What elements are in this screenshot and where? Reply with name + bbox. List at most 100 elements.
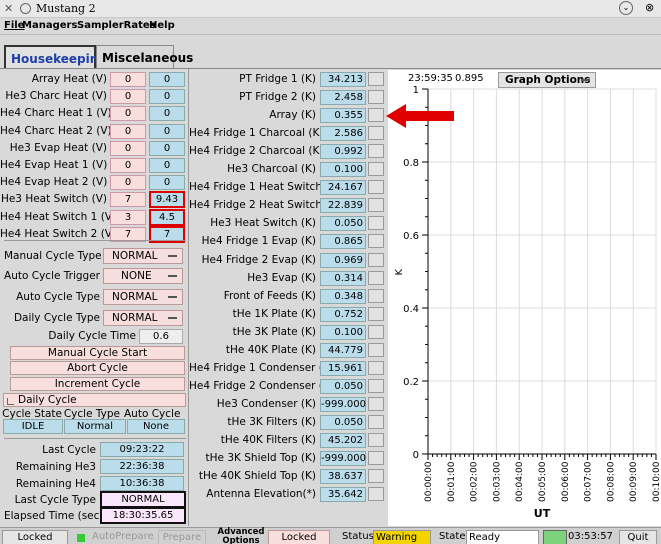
window-menu-icon[interactable] (20, 3, 31, 14)
state-value: Ready (466, 530, 539, 544)
heater-readback-value: 0 (149, 123, 185, 139)
plot-toggle-button[interactable] (368, 451, 384, 466)
heater-setpoint-input[interactable]: 3 (110, 209, 146, 225)
tab-housekeeping[interactable]: Housekeeping (4, 45, 107, 70)
heater-label: Array Heat (V) (31, 73, 107, 85)
plot-toggle-button[interactable] (368, 144, 384, 159)
heater-readback-value: 0 (149, 140, 185, 156)
plot-toggle-button[interactable] (368, 433, 384, 447)
plot-toggle-button[interactable] (368, 162, 384, 177)
menu-managers[interactable]: Managers (22, 20, 77, 31)
heater-setpoint-input[interactable]: 0 (110, 106, 146, 122)
daily-cycle-time-input[interactable]: 0.6 (139, 329, 183, 344)
graph-options-button[interactable]: Graph Options (498, 72, 596, 88)
minimize-icon[interactable]: ⌄ (619, 1, 633, 15)
graph-area[interactable]: 00:00:00 00:01:00 00:02:00 00:03:00 00:04:00… (388, 70, 661, 526)
heater-setpoint-input[interactable]: 7 (110, 192, 146, 208)
plot-toggle-button[interactable] (368, 108, 384, 123)
plot-toggle-button[interactable] (368, 180, 384, 195)
plot-toggle-button[interactable] (368, 216, 384, 231)
auto-cycle-type-select[interactable]: NORMAL (103, 289, 183, 305)
y-tick-label: 0 (413, 450, 419, 461)
manual-cycle-type-select[interactable]: NORMAL (103, 248, 183, 264)
heater-readback-value: 9.43 (149, 191, 185, 209)
plot-toggle-button[interactable] (368, 234, 384, 249)
heater-setpoint-input[interactable]: 0 (110, 123, 146, 139)
temperature-label: He3 Heat Switch (K) (210, 217, 316, 230)
plot-toggle-button[interactable] (368, 487, 384, 502)
heater-setpoint-input[interactable]: 0 (110, 89, 146, 105)
daily-cycle-label: Daily Cycle (18, 394, 77, 406)
window-titlebar: ✕ Mustang 2 ⌄ ⊗ (0, 0, 661, 18)
chevron-down-icon (168, 255, 177, 257)
menu-samplerrates[interactable]: SamplerRates (77, 20, 156, 31)
temperature-value: 0.100 (320, 162, 366, 178)
temperature-value: 35.642 (320, 487, 366, 503)
close-x-icon[interactable]: ✕ (4, 2, 13, 15)
last-cycle-type-value: NORMAL (100, 491, 186, 508)
abort-cycle-button[interactable]: Abort Cycle (10, 361, 185, 375)
plot-toggle-button[interactable] (368, 414, 384, 429)
plot-toggle-button[interactable] (368, 396, 384, 411)
locked-button[interactable]: Locked (2, 530, 68, 544)
checkbox-icon (7, 398, 14, 405)
plot-toggle-button[interactable] (368, 360, 384, 375)
window-title: Mustang 2 (36, 2, 96, 15)
plot-toggle-button[interactable] (368, 72, 384, 86)
heater-readback-value: 0 (149, 72, 185, 87)
heater-readback-value: 0 (149, 175, 185, 191)
plot-toggle-button[interactable] (368, 469, 384, 484)
plot-toggle-button[interactable] (368, 126, 384, 141)
temperature-value: 0.100 (320, 324, 366, 340)
plot-toggle-button[interactable] (368, 288, 384, 303)
chevron-down-icon (581, 79, 590, 81)
heater-setpoint-input[interactable]: 0 (110, 72, 146, 87)
plot-toggle-button[interactable] (368, 90, 384, 105)
manual-cycle-start-button[interactable]: Manual Cycle Start (10, 346, 185, 360)
plot-toggle-button[interactable] (368, 306, 384, 321)
heater-setpoint-input[interactable]: 0 (110, 140, 146, 156)
advanced-locked-button[interactable]: Locked (268, 530, 330, 544)
clock-time: 03:53:57 (568, 531, 613, 542)
tab-miscelaneous[interactable]: Miscelaneous (96, 45, 193, 69)
daily-cycle-checkbox[interactable]: Daily Cycle (3, 393, 186, 407)
increment-cycle-button[interactable]: Increment Cycle (10, 377, 185, 391)
status-bar: Locked AutoPrepare Prepare Advanced Optio… (0, 527, 661, 544)
temperature-value: 34.213 (320, 72, 366, 87)
temperature-label: PT Fridge 2 (K) (239, 91, 316, 104)
temperature-value: 44.779 (320, 342, 366, 358)
separator (4, 438, 186, 439)
temperature-value: 22.839 (320, 198, 366, 214)
manual-cycle-type-label: Manual Cycle Type (4, 250, 102, 262)
heater-label: He3 Heat Switch (V) (0, 193, 107, 206)
auto-cycle-trigger-select[interactable]: NONE (103, 268, 183, 284)
plot-toggle-button[interactable] (368, 378, 384, 393)
menu-help[interactable]: Help (149, 20, 175, 31)
plot-toggle-button[interactable] (368, 198, 384, 213)
temperature-value: 0.050 (320, 378, 366, 394)
x-tick-label: 00:06:00 (561, 461, 571, 502)
heater-setpoint-input[interactable]: 0 (110, 158, 146, 173)
x-tick-label: 00:08:00 (606, 461, 616, 502)
temperature-label: Array (K) (269, 109, 316, 122)
plot-toggle-button[interactable] (368, 324, 384, 339)
plot-toggle-button[interactable] (368, 252, 384, 267)
quit-button[interactable]: Quit (619, 530, 657, 544)
autoprepare-label[interactable]: AutoPrepare (92, 530, 154, 544)
window-close-icon[interactable]: ⊗ (645, 1, 654, 14)
last-cycle-type-label: Last Cycle Type (14, 494, 96, 506)
heater-setpoint-input[interactable]: 0 (110, 175, 146, 191)
y-tick-label: 1 (413, 85, 419, 96)
cycle-state-value: IDLE (3, 419, 63, 434)
chevron-down-icon (168, 317, 177, 319)
plot-toggle-button[interactable] (368, 342, 384, 357)
prepare-button[interactable]: Prepare (158, 530, 206, 544)
temperature-label: He4 Fridge 2 Heat Switch (K) (189, 199, 341, 212)
daily-cycle-type-select[interactable]: NORMAL (103, 310, 183, 326)
plot-toggle-button[interactable] (368, 270, 384, 285)
x-tick-label: 00:07:00 (584, 461, 594, 502)
heater-readback-value: 4.5 (149, 208, 185, 226)
elapsed-time-value: 18:30:35.65 (100, 507, 186, 524)
temperature-label: He4 Fridge 2 Charcoal (K) (189, 145, 324, 158)
temperature-label: tHe 3K Filters (K) (227, 415, 316, 428)
